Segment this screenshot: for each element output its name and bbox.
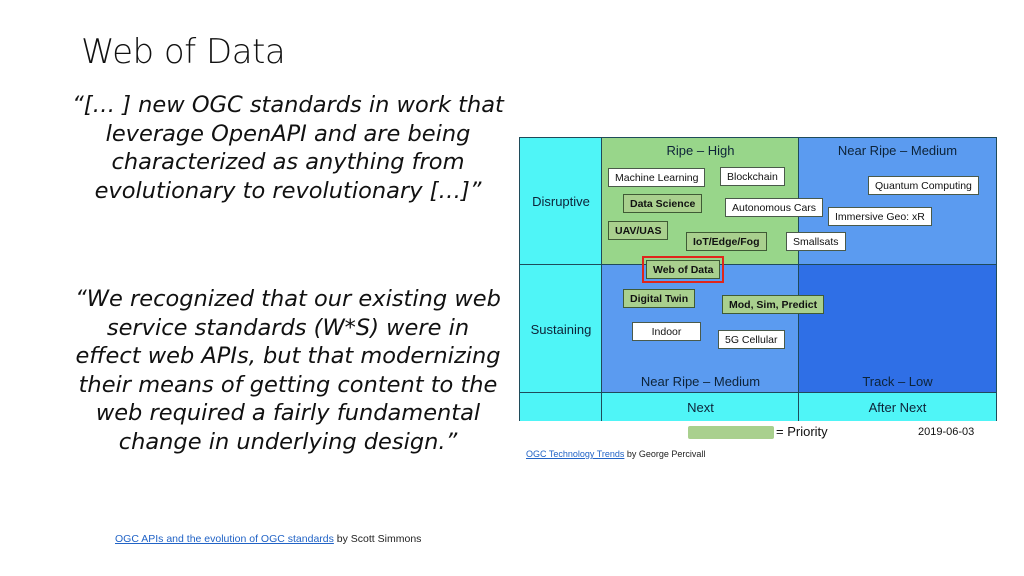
quote-web-services: “We recognized that our existing web ser… — [75, 286, 501, 455]
item-indoor: Indoor — [632, 322, 701, 341]
priority-legend-swatch — [688, 426, 774, 439]
item-digital-twin: Digital Twin — [623, 289, 696, 308]
credit-scott-simmons: OGC APIs and the evolution of OGC standa… — [115, 533, 421, 545]
item-quantum-computing: Quantum Computing — [868, 176, 979, 195]
quote-ogc-standards: “[… ] new OGC standards in work that lev… — [72, 92, 504, 204]
slide-title: Web of Data — [81, 32, 286, 72]
ogc-technology-trends-link[interactable]: OGC Technology Trends — [526, 449, 624, 459]
column-label-next: Next — [687, 400, 714, 415]
row-label-disruptive: Disruptive — [532, 194, 590, 209]
item-smallsats: Smallsats — [786, 232, 846, 251]
item-machine-learning: Machine Learning — [608, 168, 706, 187]
item-autonomous-cars: Autonomous Cars — [725, 198, 824, 217]
row-label-sustaining: Sustaining — [530, 322, 592, 337]
row-footer-blank — [520, 393, 602, 421]
credit-author: by Scott Simmons — [333, 533, 422, 545]
priority-legend-label: = Priority — [776, 424, 828, 439]
item-blockchain: Blockchain — [720, 167, 785, 186]
matrix-date: 2019-06-03 — [918, 426, 975, 438]
quadrant-label-ripe-high: Ripe – High — [666, 143, 735, 158]
quadrant-label-track-low: Track – Low — [862, 374, 933, 389]
item-data-science: Data Science — [623, 194, 703, 213]
technology-trends-matrix: Disruptive Sustaining Ripe – High Near R… — [519, 137, 997, 421]
item-uav-uas: UAV/UAS — [608, 221, 669, 240]
item-iot-edge-fog: IoT/Edge/Fog — [686, 232, 767, 251]
quadrant-label-near-ripe-top: Near Ripe – Medium — [837, 143, 958, 158]
quadrant-label-near-ripe-bottom: Near Ripe – Medium — [640, 374, 761, 389]
item-mod-sim-predict: Mod, Sim, Predict — [722, 295, 825, 314]
item-5g-cellular: 5G Cellular — [718, 330, 785, 349]
column-label-after-next: After Next — [868, 400, 927, 415]
credit-george-percivall: OGC Technology Trends by George Percival… — [526, 449, 705, 459]
ogc-apis-article-link[interactable]: OGC APIs and the evolution of OGC standa… — [115, 533, 334, 545]
item-immersive-geo-xr: Immersive Geo: xR — [828, 207, 932, 226]
credit-author: by George Percivall — [624, 449, 706, 459]
item-web-of-data: Web of Data — [641, 256, 725, 283]
